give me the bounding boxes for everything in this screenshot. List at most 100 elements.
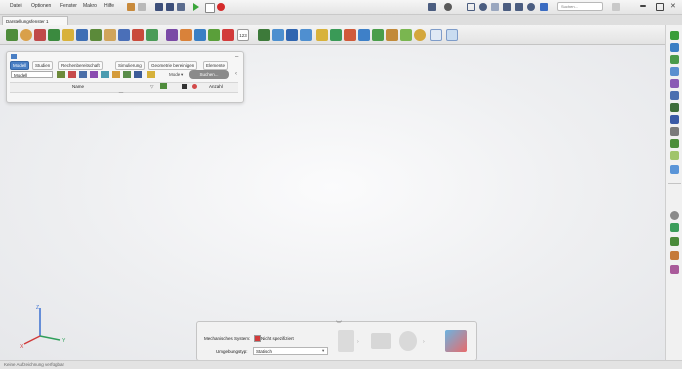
view-icon[interactable] <box>515 3 523 11</box>
model-icon[interactable] <box>6 29 18 41</box>
view-cube-icon[interactable] <box>430 29 442 41</box>
panel-menu-icon[interactable] <box>11 54 17 59</box>
undo-icon[interactable] <box>127 3 135 11</box>
menu-datei[interactable]: Datei <box>10 3 22 9</box>
material-icon[interactable] <box>62 29 74 41</box>
surface-icon[interactable] <box>670 67 679 76</box>
tag-icon[interactable] <box>147 71 155 78</box>
display-icon[interactable] <box>446 29 458 41</box>
result-icon[interactable] <box>344 29 356 41</box>
search-input[interactable]: Suchen... <box>557 2 603 11</box>
tree-icon[interactable] <box>258 29 270 41</box>
play-icon[interactable] <box>193 3 199 11</box>
redo-icon[interactable] <box>138 3 146 11</box>
render-icon[interactable] <box>670 237 679 246</box>
tab-geometrie-bereinigen[interactable]: Geometrie bereinigen <box>148 61 198 70</box>
moment-icon[interactable] <box>180 29 192 41</box>
coordinate-icon[interactable] <box>670 127 679 136</box>
record-icon[interactable] <box>217 3 225 11</box>
person-icon[interactable] <box>540 3 548 11</box>
save-icon[interactable] <box>177 3 185 11</box>
contact-icon[interactable] <box>146 29 158 41</box>
monitor-icon[interactable] <box>428 3 436 11</box>
visibility-icon[interactable] <box>160 83 167 89</box>
motion-icon[interactable] <box>330 29 342 41</box>
grid-icon[interactable] <box>155 3 163 11</box>
person-icon[interactable] <box>399 331 417 351</box>
export-icon[interactable] <box>400 29 412 41</box>
environment-cube-icon[interactable] <box>445 330 467 352</box>
shape-icon[interactable] <box>34 29 46 41</box>
menu-makro[interactable]: Makro <box>83 3 97 9</box>
beam-icon[interactable] <box>76 29 88 41</box>
tab-studien[interactable]: Studien <box>32 61 54 70</box>
close-icon[interactable]: ✕ <box>670 3 678 11</box>
name-column-header[interactable]: Name <box>72 84 84 89</box>
maximize-icon[interactable] <box>656 3 664 11</box>
lock-icon[interactable] <box>182 84 187 89</box>
light-icon[interactable] <box>527 3 535 11</box>
fit-icon[interactable] <box>503 3 511 11</box>
pattern-icon[interactable] <box>670 151 679 160</box>
tab-modell[interactable]: Modell <box>10 61 30 70</box>
section-icon[interactable] <box>286 29 298 41</box>
sort-icon[interactable]: ▽ <box>150 84 153 90</box>
light-icon[interactable] <box>670 251 679 260</box>
tab-elemente[interactable]: Elemente <box>203 61 229 70</box>
options-icon[interactable] <box>612 3 620 11</box>
window-icon[interactable] <box>467 3 475 11</box>
force-icon[interactable] <box>166 29 178 41</box>
curve-icon[interactable] <box>670 91 679 100</box>
pressure-icon[interactable] <box>194 29 206 41</box>
sensor-icon[interactable] <box>316 29 328 41</box>
load-icon[interactable] <box>90 29 102 41</box>
surface-icon[interactable] <box>101 71 109 78</box>
document-tab[interactable]: Darstellungsfenster 1 <box>2 16 68 25</box>
menu-fenster[interactable]: Fenster <box>60 3 77 9</box>
list-icon[interactable] <box>134 71 142 78</box>
gravity-icon[interactable] <box>208 29 220 41</box>
sketch-icon[interactable] <box>670 79 679 88</box>
menu-hilfe[interactable]: Hilfe <box>104 3 114 9</box>
document-icon[interactable] <box>338 330 354 352</box>
layout-icon[interactable] <box>166 3 174 11</box>
zoom-icon[interactable] <box>479 3 487 11</box>
group-icon[interactable] <box>90 71 98 78</box>
camera-icon[interactable] <box>444 3 452 11</box>
measure-icon[interactable] <box>670 139 679 148</box>
hand-icon[interactable] <box>491 3 499 11</box>
environment-type-select[interactable]: Statisch <box>253 347 328 355</box>
tab-simulierung[interactable]: Simulierung <box>115 61 145 70</box>
axis-icon[interactable] <box>272 29 284 41</box>
collapse-icon[interactable]: ︾ <box>336 319 342 328</box>
tab-rechenbereitschaft[interactable]: Rechenbereitschaft <box>58 61 103 70</box>
step-icon[interactable] <box>205 3 215 13</box>
vehicle-icon[interactable] <box>371 333 391 349</box>
part-icon[interactable] <box>68 71 76 78</box>
system-checkbox[interactable] <box>254 335 261 342</box>
menu-optionen[interactable]: Optionen <box>31 3 51 9</box>
assembly-icon[interactable] <box>79 71 87 78</box>
color-icon[interactable] <box>192 84 197 89</box>
chevron-down-icon[interactable]: ▾ <box>181 72 183 78</box>
layer-icon[interactable] <box>123 71 131 78</box>
solid-icon[interactable] <box>112 71 120 78</box>
point-icon[interactable] <box>670 103 679 112</box>
assembly-icon[interactable] <box>670 43 679 52</box>
report-icon[interactable] <box>386 29 398 41</box>
delete-icon[interactable] <box>222 29 234 41</box>
filter-icon[interactable] <box>57 71 65 78</box>
model-dropdown[interactable]: Modell <box>11 71 53 78</box>
panel-minimize-icon[interactable]: – <box>235 54 238 60</box>
probe-icon[interactable] <box>300 29 312 41</box>
tools-icon[interactable] <box>670 265 679 274</box>
part-icon[interactable] <box>670 31 679 40</box>
mesh-icon[interactable] <box>48 29 60 41</box>
settings-icon[interactable] <box>670 211 679 220</box>
animate-icon[interactable] <box>372 29 384 41</box>
search-button[interactable]: Suchen... <box>189 70 229 79</box>
ball-icon[interactable] <box>414 29 426 41</box>
display-icon[interactable] <box>670 223 679 232</box>
body-icon[interactable] <box>670 55 679 64</box>
close-icon[interactable]: ‹ <box>235 71 237 77</box>
